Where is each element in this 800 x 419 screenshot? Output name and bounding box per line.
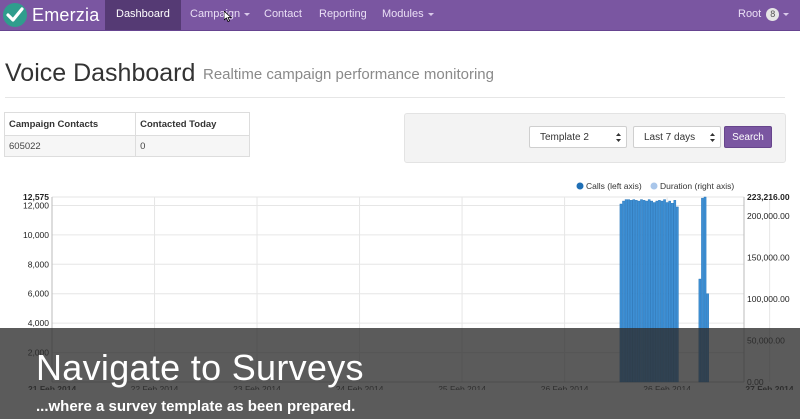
nav-reporting-label: Reporting (319, 8, 367, 20)
brand[interactable]: Emerzia (0, 0, 99, 30)
caption-title: Navigate to Surveys (36, 347, 364, 388)
select-arrows-icon (616, 133, 621, 142)
table-cell: 605022 (3, 135, 137, 157)
left-axis-tick-label: 10,000 (23, 230, 49, 240)
right-axis-tick-label: 223,216.00 (747, 192, 790, 202)
chevron-down-icon (244, 12, 251, 16)
header-divider (5, 97, 785, 98)
page-subtitle: Realtime campaign performance monitoring (203, 66, 494, 83)
nav-modules-label: Modules (382, 8, 424, 20)
filter-panel: Template 2 Last 7 days Search (404, 113, 786, 163)
left-axis-tick-label: 8,000 (28, 259, 50, 269)
legend-label: Duration (right axis) (660, 181, 734, 191)
top-navbar: Emerzia Dashboard Campaign Contact Repor… (0, 0, 800, 31)
video-caption-overlay: Navigate to Surveys ...where a survey te… (0, 328, 800, 419)
chevron-down-icon (427, 12, 434, 16)
nav-user-menu[interactable]: Root 8 (738, 0, 790, 30)
notification-badge: 8 (766, 7, 780, 21)
mouse-cursor-icon (224, 11, 232, 22)
user-name: Root (738, 8, 762, 20)
table-cell: 0 (135, 135, 250, 157)
select-arrows-icon (710, 133, 715, 142)
legend-marker (650, 182, 658, 190)
table-row: 605022 0 (3, 135, 250, 157)
left-axis-tick-label: 6,000 (28, 289, 50, 299)
brand-name: Emerzia (32, 4, 100, 25)
column-header: Campaign Contacts (3, 112, 137, 136)
chevron-down-icon (783, 12, 790, 16)
template-select[interactable]: Template 2 (529, 126, 627, 148)
right-axis-tick-label: 200,000.00 (747, 211, 790, 221)
left-axis-tick-label: 12,000 (23, 200, 49, 210)
date-range-select[interactable]: Last 7 days (633, 126, 721, 148)
nav-dashboard-label: Dashboard (116, 8, 170, 20)
legend-marker (576, 182, 584, 190)
caption-subtitle: ...where a survey template as been prepa… (36, 398, 356, 415)
right-axis-tick-label: 150,000.00 (747, 253, 790, 263)
search-button[interactable]: Search (724, 126, 772, 148)
brand-logo-icon (0, 0, 30, 30)
nav-campaign-label: Campaign (190, 8, 241, 20)
nav-contact-label: Contact (264, 8, 302, 20)
table-header-row: Campaign Contacts Contacted Today (3, 112, 250, 136)
nav-dashboard[interactable]: Dashboard (105, 0, 181, 30)
nav-campaign[interactable]: Campaign (190, 0, 251, 30)
column-header: Contacted Today (135, 112, 250, 136)
legend-label: Calls (left axis) (586, 181, 642, 191)
nav-reporting[interactable]: Reporting (319, 0, 367, 30)
page-title: Voice Dashboard (5, 59, 196, 87)
left-axis-tick-label: 4,000 (28, 318, 50, 328)
date-range-select-value: Last 7 days (644, 132, 696, 143)
right-axis-tick-label: 100,000.00 (747, 294, 790, 304)
template-select-value: Template 2 (540, 132, 589, 143)
nav-contact[interactable]: Contact (264, 0, 302, 30)
campaign-stats-table: Campaign Contacts Contacted Today 605022… (3, 112, 250, 157)
nav-modules[interactable]: Modules (382, 0, 434, 30)
